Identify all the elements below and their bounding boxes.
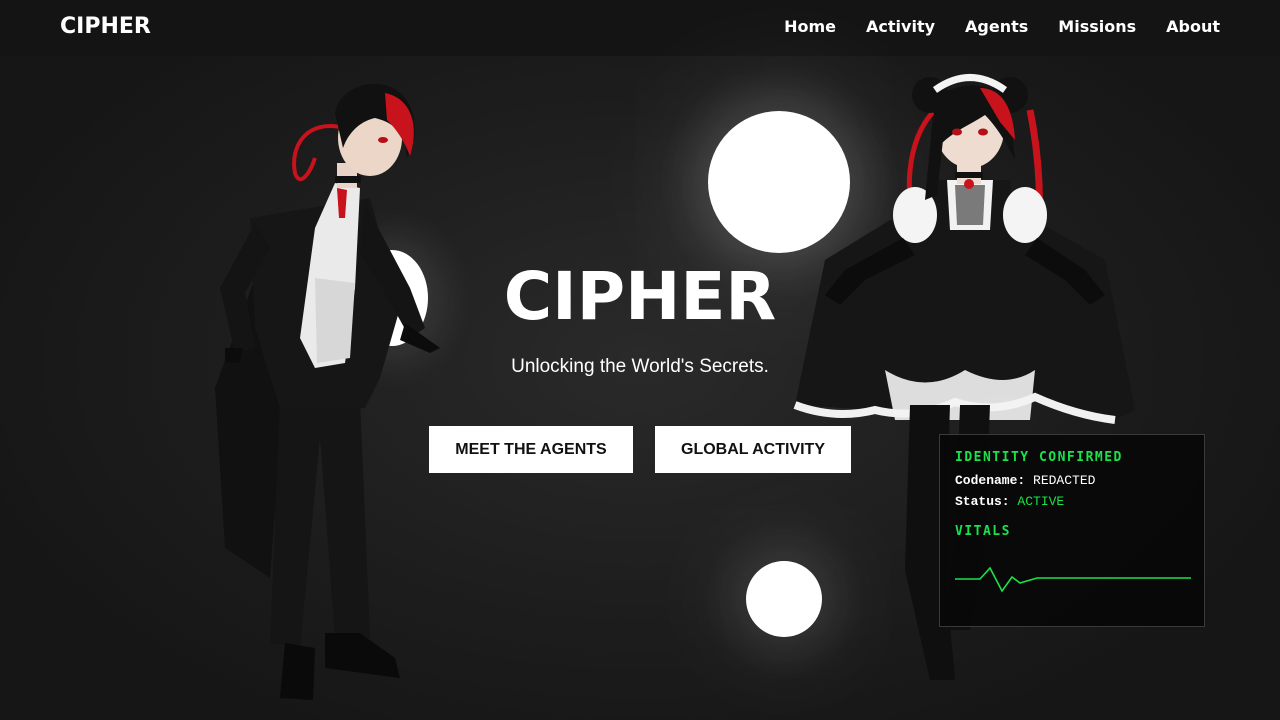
nav-links: Home Activity Agents Missions About <box>784 17 1220 36</box>
vitals-heading: VITALS <box>955 524 1011 539</box>
meet-the-agents-button[interactable]: MEET THE AGENTS <box>429 426 633 473</box>
codename-label: Codename: <box>955 473 1026 488</box>
nav-link-agents[interactable]: Agents <box>965 17 1028 36</box>
status-label: Status: <box>955 494 1010 509</box>
top-navbar: CIPHER Home Activity Agents Missions Abo… <box>0 0 1280 56</box>
status-row: Status: ACTIVE <box>955 494 1064 509</box>
nav-link-home[interactable]: Home <box>784 17 836 36</box>
hero-title: CIPHER <box>503 258 777 335</box>
nav-link-activity[interactable]: Activity <box>866 17 935 36</box>
butler-agent-illustration <box>215 83 440 700</box>
brand-logo[interactable]: CIPHER <box>60 14 151 39</box>
vitals-heartbeat-line <box>955 566 1191 593</box>
hero-subtitle: Unlocking the World's Secrets. <box>511 356 769 377</box>
nav-link-about[interactable]: About <box>1166 17 1220 36</box>
nav-link-missions[interactable]: Missions <box>1058 17 1136 36</box>
global-activity-button[interactable]: GLOBAL ACTIVITY <box>655 426 851 473</box>
codename-value: REDACTED <box>1033 473 1096 488</box>
identity-panel: IDENTITY CONFIRMED Codename: REDACTED St… <box>939 434 1205 627</box>
codename-row: Codename: REDACTED <box>955 473 1095 488</box>
identity-confirmed-heading: IDENTITY CONFIRMED <box>955 450 1123 465</box>
status-value: ACTIVE <box>1017 494 1065 509</box>
